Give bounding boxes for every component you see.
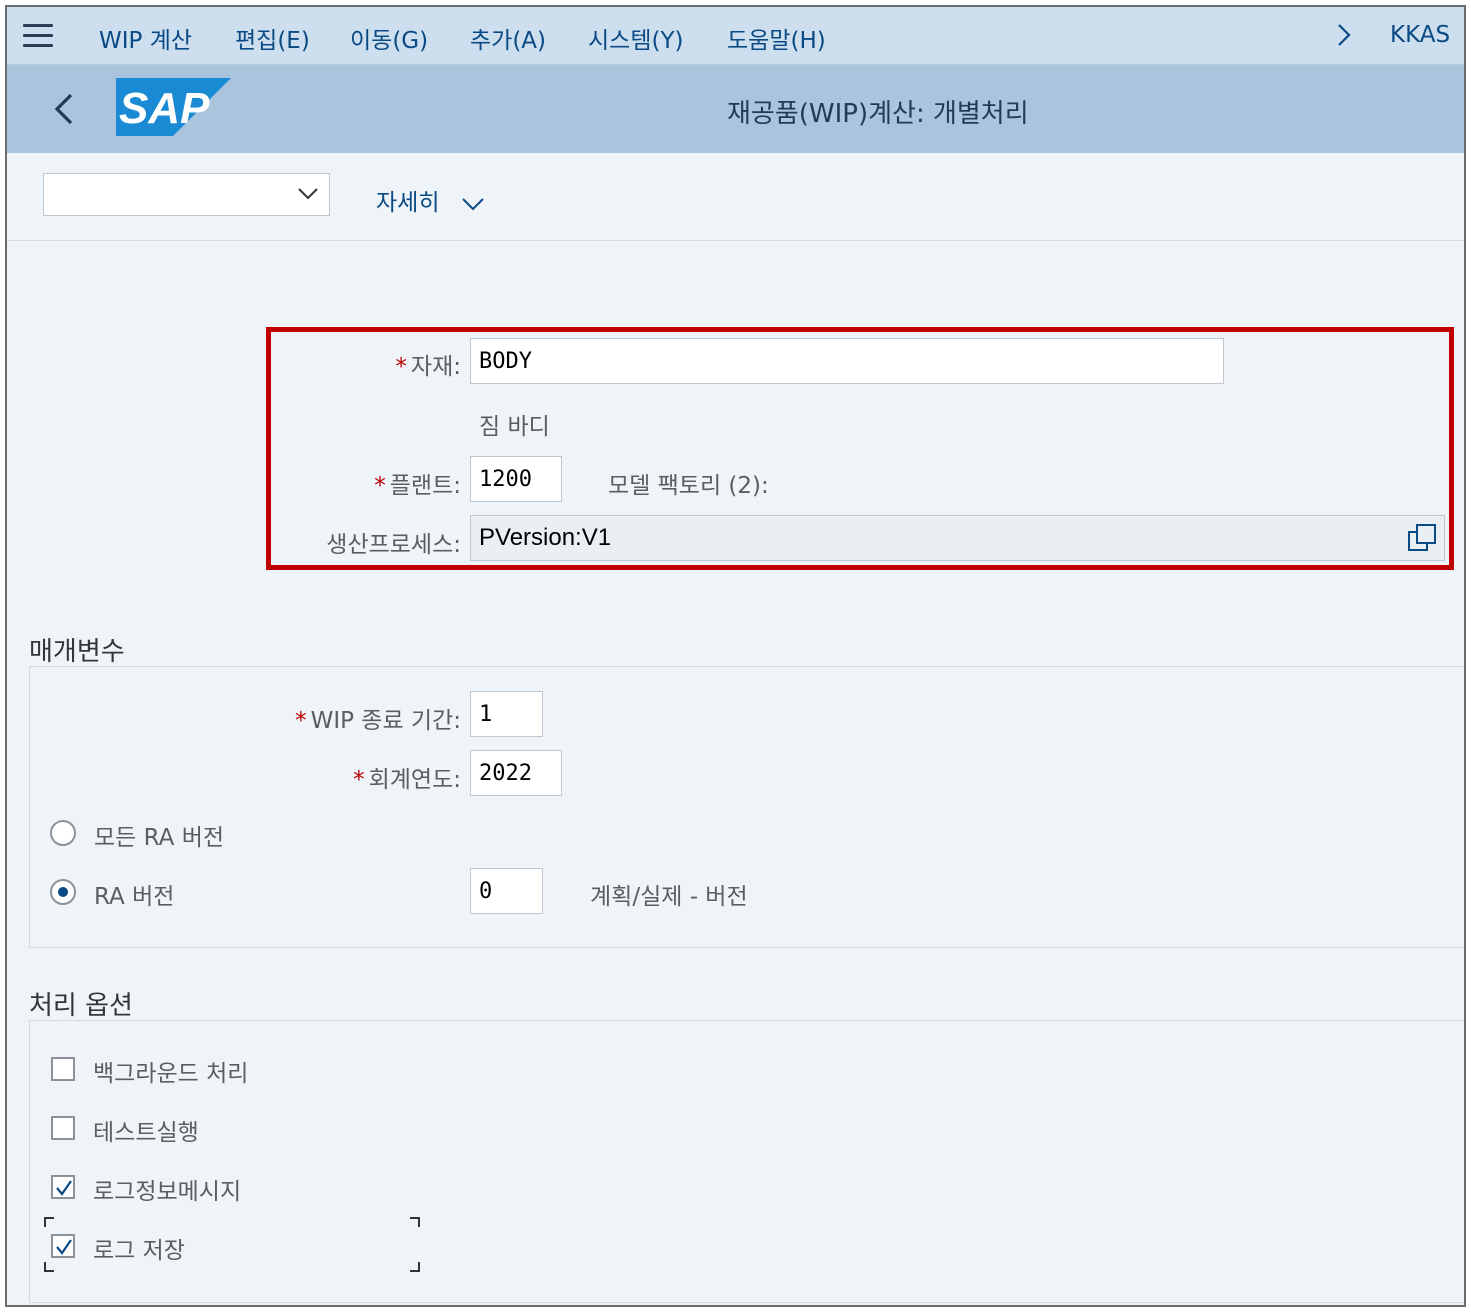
production-process-value: PVersion:V1 xyxy=(479,524,612,551)
processing-options-section-title: 처리 옵션 xyxy=(29,991,133,1021)
sap-logo: SAP xyxy=(116,78,231,136)
wip-to-period-label: * WIP 종료 기간: xyxy=(295,708,461,734)
ra-version-radio[interactable] xyxy=(50,879,76,905)
background-processing-checkbox[interactable] xyxy=(51,1057,75,1081)
focus-corner xyxy=(410,1217,420,1227)
ra-version-input[interactable]: 0 xyxy=(470,868,543,914)
background-processing-label: 백그라운드 처리 xyxy=(93,1061,249,1087)
menu-wip-calculation[interactable]: WIP 계산 xyxy=(99,21,192,55)
menu-bar: WIP 계산 편집(E) 이동(G) 추가(A) 시스템(Y) 도움말(H) K… xyxy=(7,7,1464,65)
plant-description: 모델 팩토리 (2): xyxy=(608,473,769,499)
fiscal-year-label: * 회계연도: xyxy=(353,767,461,793)
menu-edit[interactable]: 편집(E) xyxy=(235,21,310,55)
focus-corner xyxy=(410,1262,420,1272)
sap-window: WIP 계산 편집(E) 이동(G) 추가(A) 시스템(Y) 도움말(H) K… xyxy=(5,5,1466,1307)
all-ra-versions-radio[interactable] xyxy=(50,820,76,846)
required-marker: * xyxy=(295,708,307,734)
menu-help[interactable]: 도움말(H) xyxy=(727,21,826,55)
production-process-label: 생산프로세스: xyxy=(326,532,461,558)
focus-corner xyxy=(44,1262,54,1272)
chevron-right-icon[interactable] xyxy=(1335,22,1353,55)
test-run-checkbox[interactable] xyxy=(51,1116,75,1140)
ra-version-description: 계획/실제 - 버전 xyxy=(590,884,748,910)
hamburger-menu-icon[interactable] xyxy=(23,24,53,48)
chevron-down-icon xyxy=(298,188,318,200)
title-bar: SAP 재공품(WIP)계산: 개별처리 xyxy=(7,65,1464,153)
sap-logo-text: SAP xyxy=(119,84,210,133)
log-info-messages-checkbox[interactable] xyxy=(51,1175,75,1199)
required-marker: * xyxy=(353,767,365,793)
chevron-down-icon xyxy=(462,197,484,210)
menu-system[interactable]: 시스템(Y) xyxy=(588,21,683,55)
focus-corner xyxy=(44,1217,54,1227)
variant-dropdown[interactable] xyxy=(43,173,330,216)
value-help-icon[interactable] xyxy=(1406,522,1438,554)
production-process-field[interactable]: PVersion:V1 xyxy=(470,515,1445,561)
required-marker: * xyxy=(374,473,386,499)
page-title: 재공품(WIP)계산: 개별처리 xyxy=(727,99,1029,129)
save-log-label: 로그 저장 xyxy=(93,1238,185,1264)
details-button[interactable]: 자세히 xyxy=(376,183,485,217)
transaction-code: KKAS xyxy=(1390,22,1451,48)
wip-to-period-input[interactable]: 1 xyxy=(470,691,543,737)
material-label: * 자재: xyxy=(395,354,461,380)
plant-label: * 플랜트: xyxy=(374,473,461,499)
test-run-label: 테스트실행 xyxy=(93,1120,199,1146)
save-log-checkbox[interactable] xyxy=(51,1234,75,1258)
menu-goto[interactable]: 이동(G) xyxy=(350,21,428,55)
checkmark-icon xyxy=(56,1180,72,1196)
required-marker: * xyxy=(395,354,407,380)
material-input[interactable]: BODY xyxy=(470,338,1224,384)
parameters-section-title: 매개변수 xyxy=(29,637,125,667)
plant-input[interactable]: 1200 xyxy=(470,456,562,502)
details-button-label: 자세히 xyxy=(376,190,440,216)
all-ra-versions-label: 모든 RA 버전 xyxy=(94,825,225,851)
back-arrow-icon[interactable] xyxy=(51,91,79,127)
fiscal-year-input[interactable]: 2022 xyxy=(470,750,562,796)
menu-extras[interactable]: 추가(A) xyxy=(470,21,546,55)
toolbar: 자세히 xyxy=(7,153,1464,241)
checkmark-icon xyxy=(56,1239,72,1255)
log-info-messages-label: 로그정보메시지 xyxy=(93,1179,242,1205)
ra-version-label: RA 버전 xyxy=(94,884,175,910)
material-description: 짐 바디 xyxy=(479,414,550,440)
